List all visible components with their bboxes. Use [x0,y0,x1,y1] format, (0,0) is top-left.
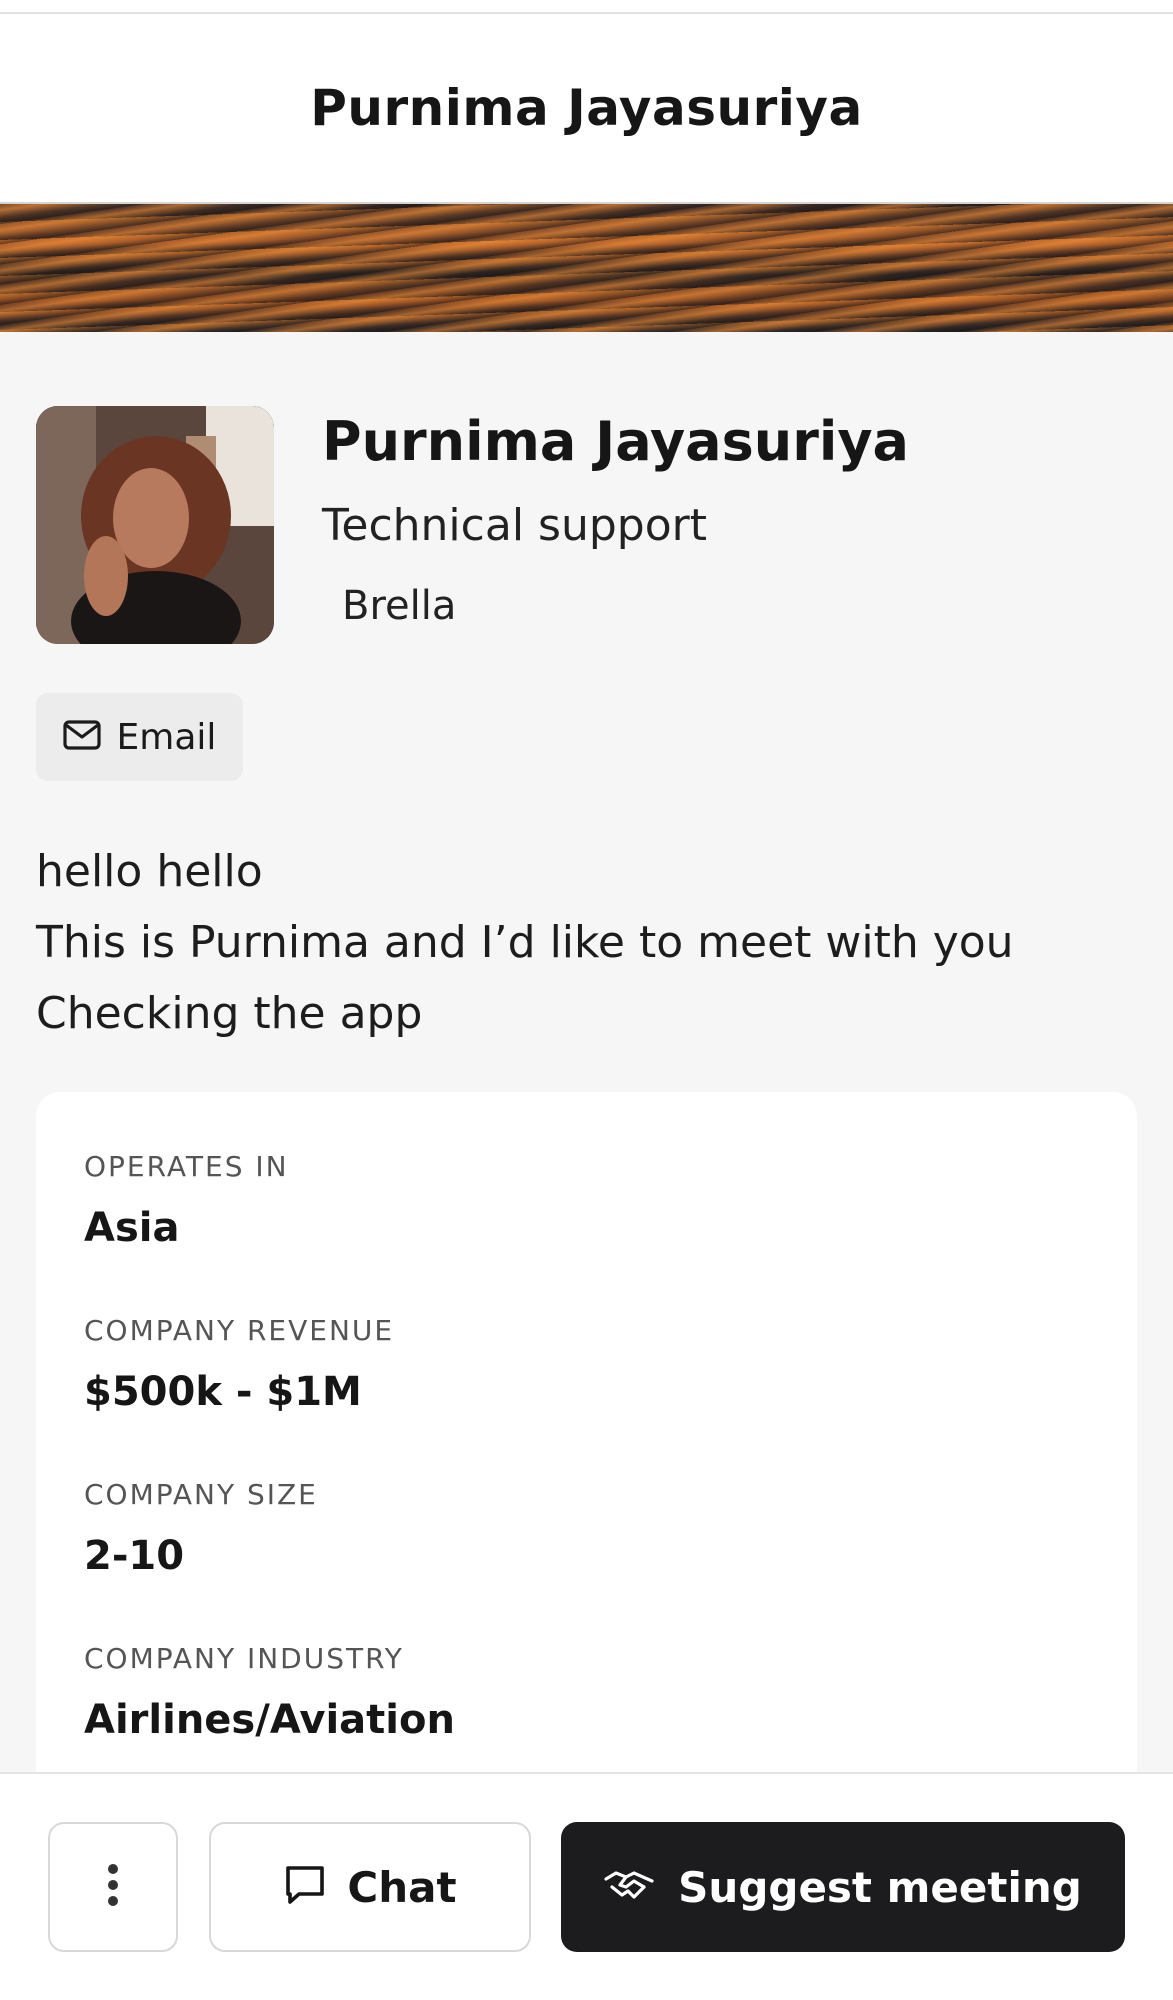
profile-job-title: Technical support [322,500,707,551]
chat-button-label: Chat [347,1862,457,1912]
detail-label: COMPANY REVENUE [84,1314,395,1347]
chat-button[interactable]: Chat [209,1822,531,1952]
detail-label: COMPANY SIZE [84,1478,318,1511]
bio: hello hello This is Purnima and I’d like… [36,836,1136,1049]
detail-label: COMPANY INDUSTRY [84,1642,404,1675]
mail-icon [62,720,101,754]
header: Purnima Jayasuriya [0,14,1173,204]
detail-value: 2-10 [84,1533,185,1579]
bio-line: This is Purnima and I’d like to meet wit… [36,917,1014,968]
detail-value: $500k - $1M [84,1369,362,1415]
avatar [36,406,274,644]
suggest-meeting-button[interactable]: Suggest meeting [561,1822,1125,1952]
detail-value: Asia [84,1205,180,1251]
chat-bubble-icon [283,1863,327,1911]
status-divider [0,0,1173,14]
detail-label: OPERATES IN [84,1150,289,1183]
profile-name: Purnima Jayasuriya [322,410,909,473]
details-card: OPERATES IN Asia COMPANY REVENUE $500k -… [36,1092,1137,1792]
detail-company-industry: COMPANY INDUSTRY Airlines/Aviation [84,1642,455,1743]
email-button[interactable]: Email [36,693,243,781]
action-bar: Chat Suggest meeting [0,1772,1173,2000]
bio-line: Checking the app [36,988,423,1039]
detail-value: Airlines/Aviation [84,1697,455,1743]
handshake-icon [604,1867,654,1907]
email-button-label: Email [116,716,217,758]
detail-company-size: COMPANY SIZE 2-10 [84,1478,318,1579]
bio-line: hello hello [36,846,263,897]
profile-company: Brella [342,583,457,629]
more-vertical-icon [106,1863,120,1911]
page-title: Purnima Jayasuriya [310,79,863,137]
suggest-meeting-label: Suggest meeting [678,1862,1082,1912]
more-options-button[interactable] [48,1822,178,1952]
detail-operates-in: OPERATES IN Asia [84,1150,289,1251]
detail-company-revenue: COMPANY REVENUE $500k - $1M [84,1314,394,1415]
cover-image [0,204,1173,332]
